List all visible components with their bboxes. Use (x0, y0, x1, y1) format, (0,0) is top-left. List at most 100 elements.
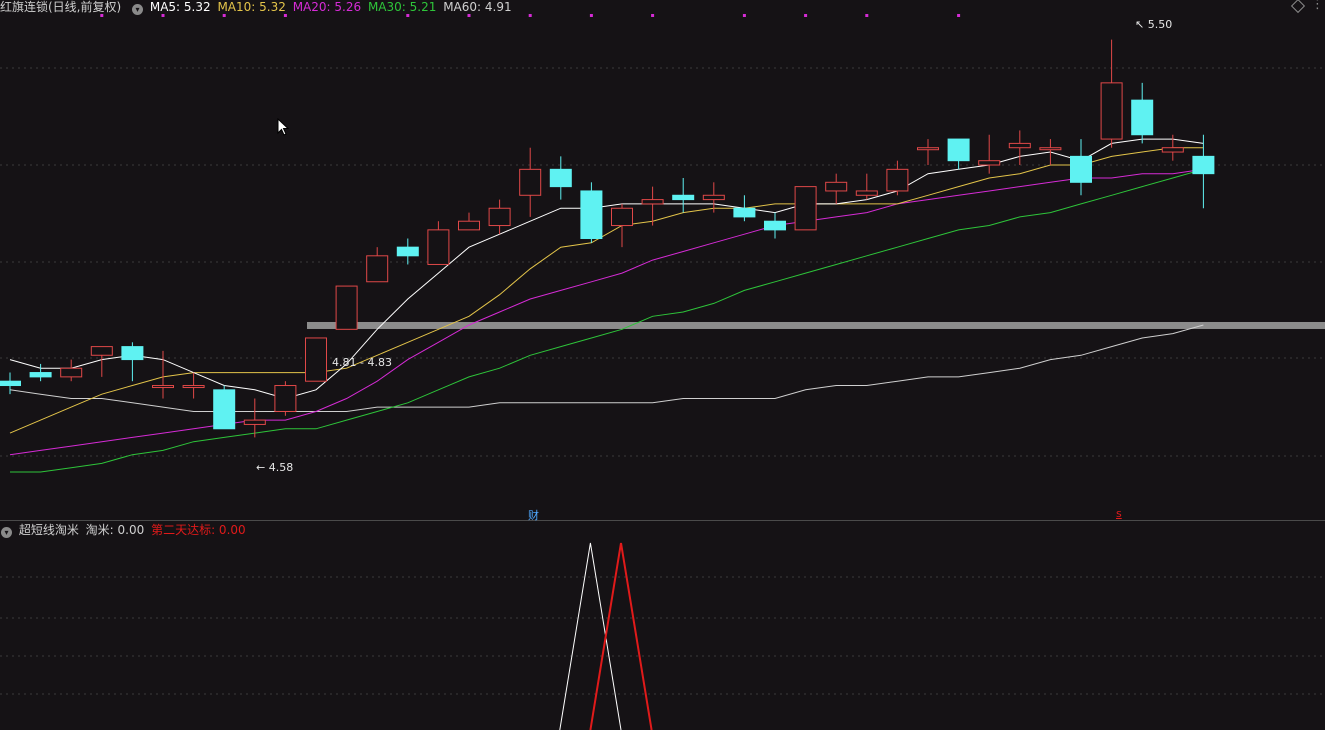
candle-down (1070, 139, 1092, 196)
candle-body (1070, 155, 1092, 183)
candle-body (1192, 155, 1215, 175)
signal-dot (406, 14, 410, 17)
event-marker[interactable]: s (1116, 507, 1122, 520)
candle-body (611, 207, 633, 227)
candle-body (917, 147, 939, 151)
taomi-line (559, 542, 622, 730)
candle-up (978, 134, 1001, 174)
ma5-line (9, 138, 1204, 400)
collapse-icon[interactable]: ▾ (1, 527, 12, 538)
candle-body (549, 168, 572, 188)
candle-body (427, 229, 450, 265)
candle-up (305, 337, 327, 382)
candle-down (764, 212, 786, 239)
candle-up (182, 372, 205, 399)
indicator-title: 超短线淘米 (18, 523, 79, 537)
signal-dots (100, 14, 961, 17)
candle-body (396, 246, 419, 257)
indicator-value-1: 淘米: 0.00 (85, 523, 145, 537)
candle-body (825, 181, 848, 192)
indicator-header: ▾ 超短线淘米 淘米: 0.00 第二天达标: 0.00 (0, 523, 249, 538)
candle-body (213, 389, 236, 430)
candle-body (366, 255, 389, 283)
candle-body (1008, 142, 1031, 149)
signal-dot (100, 14, 104, 17)
candle-body (152, 385, 174, 389)
candle-body (60, 367, 83, 378)
candle-body (702, 194, 725, 201)
candle-up (335, 285, 358, 330)
candle-up (427, 221, 450, 265)
signal-dot (651, 14, 655, 17)
gridlines (0, 67, 1325, 695)
candle-down (213, 385, 236, 430)
ma30-line (10, 168, 1204, 473)
signal-dot (589, 14, 593, 17)
candle-up (1039, 139, 1062, 166)
candle-down (733, 195, 756, 222)
indicator-lines (559, 542, 653, 730)
candle-body (1100, 82, 1123, 140)
candle-body (1131, 99, 1154, 136)
candle-up (917, 139, 939, 166)
candle-up (60, 359, 83, 382)
candle-up (886, 160, 909, 196)
candle-down (1131, 82, 1154, 144)
chart-canvas[interactable] (0, 0, 1325, 730)
signal-dot (222, 14, 226, 17)
candle-down (672, 177, 695, 213)
candle-body (580, 190, 603, 240)
candle-body (335, 285, 358, 330)
price-band (307, 321, 1325, 329)
candle-body (90, 346, 113, 356)
candle-body (121, 346, 144, 361)
price-band-bar (307, 321, 1325, 329)
candle-body (29, 372, 52, 378)
candle-body (519, 168, 542, 196)
candle-up (794, 186, 817, 231)
candle-body (0, 380, 21, 387)
finance-marker[interactable]: 财 (528, 507, 539, 523)
signal-dot (865, 14, 869, 17)
candle-down (580, 182, 603, 243)
candle-down (121, 342, 144, 382)
range-label: 4.81 - 4.83 (332, 356, 392, 369)
high-price-value: 5.50 (1147, 18, 1173, 31)
ma20-line (9, 168, 1204, 456)
low-price-value: 4.58 (268, 461, 294, 474)
high-price-label: ↖ 5.50 (1135, 18, 1173, 31)
candle-up (488, 199, 511, 235)
candle-down (1192, 134, 1215, 209)
candle-up (611, 203, 633, 248)
signal-dot (467, 14, 471, 17)
candle-body (274, 385, 297, 412)
candle-body (947, 138, 970, 162)
candle-body (182, 385, 205, 389)
signal-dot (528, 14, 532, 17)
ma60-line (9, 324, 1204, 412)
candle-body (305, 337, 327, 382)
moving-average-lines (9, 138, 1204, 473)
candle-up (519, 147, 542, 217)
candle-body (488, 207, 511, 227)
candle-down (947, 138, 970, 170)
candle-up (1008, 130, 1031, 166)
signal-dot (742, 14, 746, 17)
candle-up (1100, 39, 1123, 148)
candle-body (855, 190, 878, 196)
candle-down (549, 156, 572, 200)
candle-up (458, 212, 480, 231)
candle-body (458, 220, 480, 231)
indicator-value-2: 第二天达标: 0.00 (151, 523, 246, 537)
candle-body (641, 199, 664, 205)
candle-body (978, 160, 1001, 166)
candle-body (764, 220, 786, 231)
ma10-line (9, 147, 1204, 434)
mouse-cursor-icon (277, 117, 290, 140)
candle-up (274, 381, 297, 416)
signal-dot (283, 14, 287, 17)
second-line (589, 542, 653, 730)
candle-body (672, 194, 695, 201)
candle-up (366, 247, 389, 283)
signal-dot (804, 14, 808, 17)
